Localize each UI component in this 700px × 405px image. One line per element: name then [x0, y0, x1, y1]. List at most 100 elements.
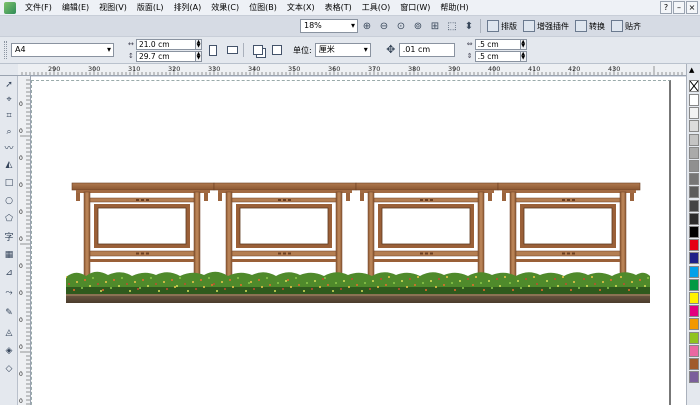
color-swatch[interactable] — [689, 120, 699, 133]
palette-scroll-up-icon[interactable]: ▲ — [689, 66, 694, 74]
color-swatch[interactable] — [689, 305, 699, 318]
paper-size-select[interactable]: A4 — [11, 43, 114, 57]
zoom-width-icon[interactable]: ⬚ — [444, 18, 460, 34]
minimize-icon[interactable]: – — [673, 1, 685, 14]
zoom-out-icon[interactable]: ⊖ — [376, 18, 392, 34]
ruler-h-label: 340 — [248, 65, 260, 73]
bulletin-board-unit — [497, 182, 641, 281]
vertical-ruler[interactable]: 0 0 0 0 0 0 0 0 0 0 0 0 — [18, 76, 31, 405]
fill-tool-icon[interactable]: ◈ — [2, 344, 16, 357]
all-pages-button[interactable] — [250, 42, 266, 58]
unit-label: 单位: — [293, 45, 312, 55]
color-swatch[interactable] — [689, 318, 699, 331]
snap-button[interactable]: 贴齐 — [608, 18, 644, 34]
page-height-field[interactable]: 29.7 cm — [136, 50, 196, 62]
menu-table[interactable]: 表格(T) — [320, 2, 357, 13]
dup-x-spinner[interactable]: ▲ ▼ — [520, 38, 527, 50]
eyedropper-tool-icon[interactable]: ✎ — [2, 306, 16, 319]
color-swatch[interactable] — [689, 278, 699, 291]
duplicate-y-field[interactable]: .5 cm — [474, 50, 521, 62]
height-spinner[interactable]: ▲ ▼ — [196, 50, 202, 62]
menu-text[interactable]: 文本(X) — [282, 2, 320, 13]
color-swatch[interactable] — [689, 265, 699, 278]
ruler-h-label: 360 — [328, 65, 340, 73]
color-swatch[interactable] — [689, 94, 699, 106]
crop-tool-icon[interactable]: ⌗ — [2, 109, 16, 122]
enhance-plugin-button[interactable]: 增强插件 — [520, 18, 572, 34]
menu-bitmaps[interactable]: 位图(B) — [244, 2, 282, 13]
dup-y-spinner[interactable]: ▲ ▼ — [520, 50, 527, 62]
ruler-origin[interactable] — [0, 64, 18, 76]
color-swatch[interactable] — [689, 212, 699, 225]
connector-tool-icon[interactable]: ⤳ — [2, 286, 16, 299]
portrait-button[interactable] — [205, 42, 221, 58]
color-swatch[interactable] — [689, 199, 699, 212]
zoom-in-icon[interactable]: ⊕ — [359, 18, 375, 34]
bulletin-board-artwork[interactable] — [66, 177, 656, 312]
table-tool-icon[interactable]: ▦ — [2, 248, 16, 261]
no-color-swatch[interactable] — [689, 80, 699, 92]
zoom-level-select[interactable]: 18% — [300, 19, 358, 33]
menu-view[interactable]: 视图(V) — [94, 2, 132, 13]
layout-icon — [487, 20, 499, 32]
outline-tool-icon[interactable]: ◬ — [2, 326, 16, 339]
menu-bar: 文件(F) 编辑(E) 视图(V) 版面(L) 排列(A) 效果(C) 位图(B… — [0, 0, 700, 16]
drawing-canvas[interactable] — [31, 77, 686, 405]
interactive-fill-tool-icon[interactable]: ◇ — [2, 362, 16, 375]
zoom-selected-icon[interactable]: ⊙ — [393, 18, 409, 34]
menu-window[interactable]: 窗口(W) — [395, 2, 435, 13]
color-swatch[interactable] — [689, 292, 699, 304]
unit-select[interactable]: 厘米 — [314, 43, 371, 57]
color-swatch[interactable] — [689, 107, 699, 120]
color-swatch[interactable] — [689, 344, 699, 357]
zoom-tool-icon[interactable]: ⌕ — [2, 125, 16, 138]
freehand-tool-icon[interactable]: 〰 — [2, 141, 16, 154]
ruler-h-label: 400 — [488, 65, 500, 73]
color-swatch[interactable] — [689, 331, 699, 344]
color-swatch[interactable] — [689, 358, 699, 370]
menu-tools[interactable]: 工具(O) — [357, 2, 396, 13]
menu-edit[interactable]: 编辑(E) — [57, 2, 94, 13]
menu-help[interactable]: 帮助(H) — [435, 2, 473, 13]
dup-y-icon: ⇕ — [466, 52, 473, 60]
zoom-all-icon[interactable]: ⊚ — [410, 18, 426, 34]
color-swatch[interactable] — [689, 186, 699, 199]
landscape-button[interactable] — [224, 42, 240, 58]
toolbar-grip[interactable] — [4, 41, 7, 59]
page-width-field[interactable]: 21.0 cm — [136, 38, 196, 50]
ellipse-tool-icon[interactable]: ○ — [2, 194, 16, 207]
menu-arrange[interactable]: 排列(A) — [169, 2, 207, 13]
zoom-page-icon[interactable]: ⊞ — [427, 18, 443, 34]
color-swatch[interactable] — [689, 239, 699, 252]
color-swatch[interactable] — [689, 160, 699, 172]
nudge-distance-field[interactable]: .01 cm — [398, 43, 455, 57]
color-swatch[interactable] — [689, 226, 699, 238]
color-swatch[interactable] — [689, 133, 699, 146]
smart-fill-tool-icon[interactable]: ◭ — [2, 158, 16, 171]
color-swatch[interactable] — [689, 173, 699, 186]
rectangle-tool-icon[interactable]: □ — [2, 176, 16, 189]
color-swatch[interactable] — [689, 252, 699, 265]
duplicate-x-field[interactable]: .5 cm — [474, 38, 521, 50]
text-tool-icon[interactable]: 字 — [2, 230, 16, 243]
ruler-h-label: 330 — [208, 65, 220, 73]
close-icon[interactable]: × — [686, 1, 698, 14]
help-icon[interactable]: ? — [660, 1, 672, 14]
menu-effects[interactable]: 效果(C) — [206, 2, 244, 13]
zoom-height-icon[interactable]: ⬍ — [461, 18, 477, 34]
color-swatch[interactable] — [689, 371, 699, 384]
ruler-h-label: 310 — [128, 65, 140, 73]
ruler-v-label: 0 — [19, 344, 23, 351]
menu-layout[interactable]: 版面(L) — [132, 2, 169, 13]
layout-button[interactable]: 排版 — [484, 18, 520, 34]
current-page-button[interactable] — [269, 42, 285, 58]
pick-tool-icon[interactable]: ➚ — [2, 78, 16, 91]
color-swatch[interactable] — [689, 146, 699, 159]
polygon-tool-icon[interactable]: ⬠ — [2, 212, 16, 225]
shape-tool-icon[interactable]: ⌖ — [2, 93, 16, 106]
menu-file[interactable]: 文件(F) — [20, 2, 57, 13]
convert-button[interactable]: 转换 — [572, 18, 608, 34]
dimension-tool-icon[interactable]: ⊿ — [2, 266, 16, 279]
width-spinner[interactable]: ▲ ▼ — [196, 38, 202, 50]
horizontal-ruler[interactable]: 290 300 310 320 330 340 350 360 370 380 390 400 410 4… — [18, 64, 686, 76]
